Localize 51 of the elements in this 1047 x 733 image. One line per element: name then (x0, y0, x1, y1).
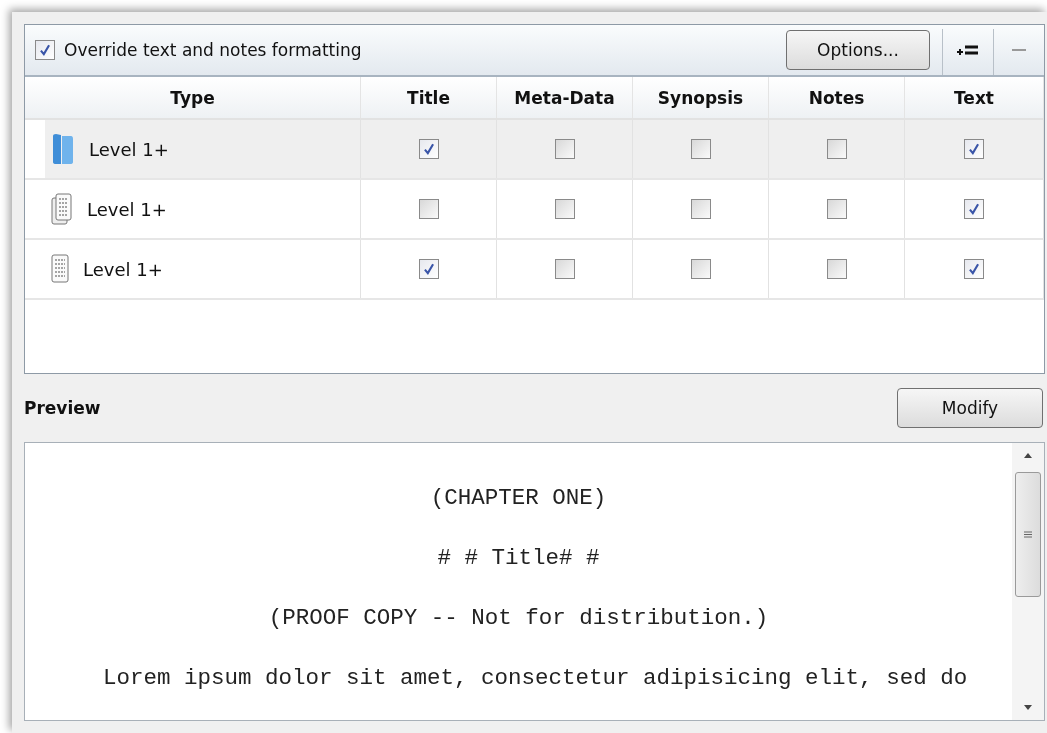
column-header: Notes (769, 77, 905, 118)
minus-icon (1012, 48, 1026, 52)
checkbox[interactable] (964, 139, 984, 159)
grip-icon (1024, 531, 1032, 538)
check-icon (967, 262, 981, 276)
column-header: Type (25, 77, 361, 118)
table-row[interactable]: Level 1+ (25, 180, 1044, 240)
checkbox[interactable] (964, 199, 984, 219)
checkbox-label: Override text and notes formatting (64, 40, 362, 60)
type-label: Level 1+ (89, 138, 169, 160)
check-icon (967, 142, 981, 156)
options-button[interactable]: Options... (786, 30, 930, 70)
checkbox[interactable] (690, 199, 711, 219)
checkbox[interactable] (35, 40, 55, 60)
scrollbar[interactable] (1012, 443, 1044, 720)
check-icon (421, 142, 436, 156)
up-arrow-icon[interactable] (1024, 453, 1032, 458)
checkbox[interactable] (964, 259, 984, 279)
checkbox[interactable] (554, 139, 575, 159)
table-row[interactable]: Level 1+ (25, 120, 1044, 180)
checkbox[interactable] (554, 199, 575, 219)
checkbox[interactable] (826, 139, 847, 159)
checkbox[interactable] (418, 199, 439, 219)
preview-text: (CHAPTER ONE) (430, 485, 607, 511)
column-header: Text (905, 77, 1044, 118)
checkbox[interactable] (554, 259, 575, 279)
checkbox[interactable] (418, 259, 439, 279)
column-header: Meta-Data (497, 77, 633, 118)
plus-lines-icon (956, 43, 980, 57)
table-row[interactable]: Level 1+ (25, 240, 1044, 300)
type-label: Level 1+ (87, 198, 167, 220)
preview-label: Preview (24, 398, 101, 418)
type-label: Level 1+ (83, 258, 163, 280)
checkbox[interactable] (826, 199, 847, 219)
check-icon (38, 43, 52, 57)
column-header: Synopsis (633, 77, 769, 118)
column-header: Title (361, 77, 497, 118)
preview-text: Lorem ipsum dolor sit amet, consectetur adipisicing elit, sed do (103, 665, 968, 691)
check-icon (421, 262, 436, 276)
check-icon (967, 202, 981, 216)
documents-icon (51, 193, 73, 225)
preview-text: # # Title# # (437, 545, 600, 571)
document-icon (51, 254, 69, 284)
down-arrow-icon[interactable] (1024, 705, 1032, 710)
folder-icon (51, 133, 75, 165)
checkbox[interactable] (826, 259, 847, 279)
checkbox[interactable] (690, 139, 711, 159)
preview-text: (PROOF COPY -- Not for distribution.) (268, 605, 769, 631)
checkbox[interactable] (690, 259, 711, 279)
modify-button[interactable]: Modify (897, 388, 1043, 428)
checkbox[interactable] (418, 139, 439, 159)
